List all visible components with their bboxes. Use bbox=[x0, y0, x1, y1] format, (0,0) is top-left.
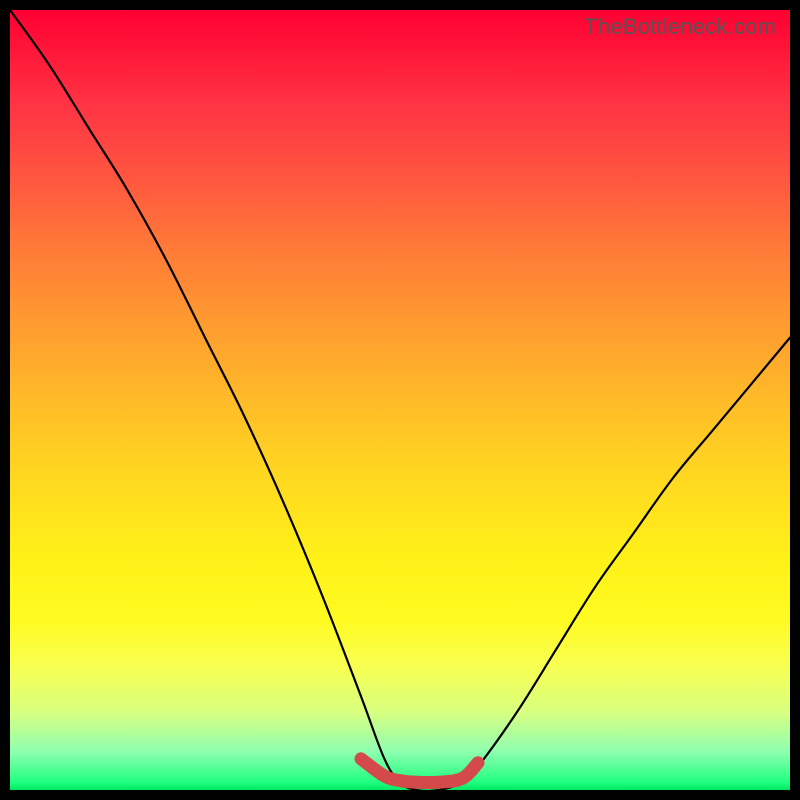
watermark-text: TheBottleneck.com bbox=[584, 14, 776, 40]
bottleneck-curve bbox=[10, 10, 790, 790]
chart-svg bbox=[10, 10, 790, 790]
chart-frame: TheBottleneck.com bbox=[10, 10, 790, 790]
optimal-zone-highlight bbox=[361, 759, 478, 783]
